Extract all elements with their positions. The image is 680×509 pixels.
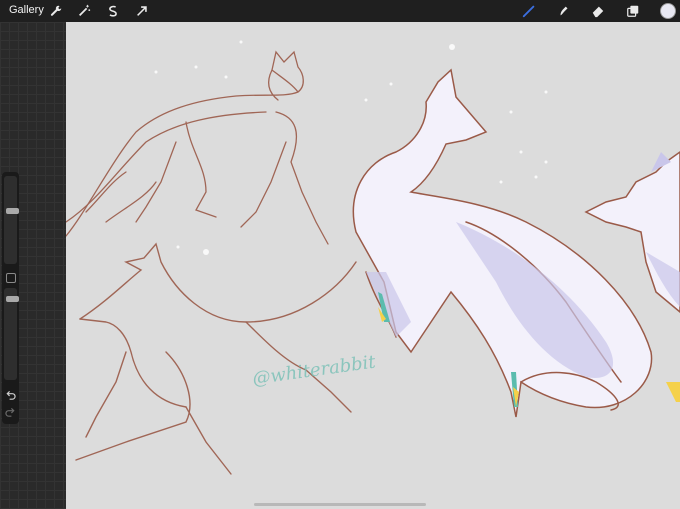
left-sidebar [0,22,66,509]
top-toolbar: Gallery [0,0,680,22]
opacity-slider[interactable] [4,288,19,380]
wrench-icon[interactable] [47,2,65,20]
gallery-button[interactable]: Gallery [9,4,44,16]
magic-wand-icon[interactable] [75,2,93,20]
undo-icon[interactable] [5,390,16,401]
transform-arrow-icon[interactable] [133,2,151,20]
layers-icon[interactable] [624,2,642,20]
brush-size-slider-thumb[interactable] [6,207,19,214]
opacity-slider-thumb[interactable] [6,295,19,302]
home-indicator [254,503,426,506]
brush-size-slider[interactable] [4,176,19,264]
brush-icon[interactable] [520,2,538,20]
modify-button[interactable] [6,273,16,283]
color-swatch[interactable] [660,3,676,19]
drawing-canvas[interactable]: @whiterabbit [66,22,680,509]
eraser-icon[interactable] [589,2,607,20]
sketch-artwork [66,40,680,475]
smudge-icon[interactable] [555,2,573,20]
sidebar-controls [2,172,19,424]
selection-icon[interactable] [104,2,122,20]
redo-icon[interactable] [5,407,16,418]
